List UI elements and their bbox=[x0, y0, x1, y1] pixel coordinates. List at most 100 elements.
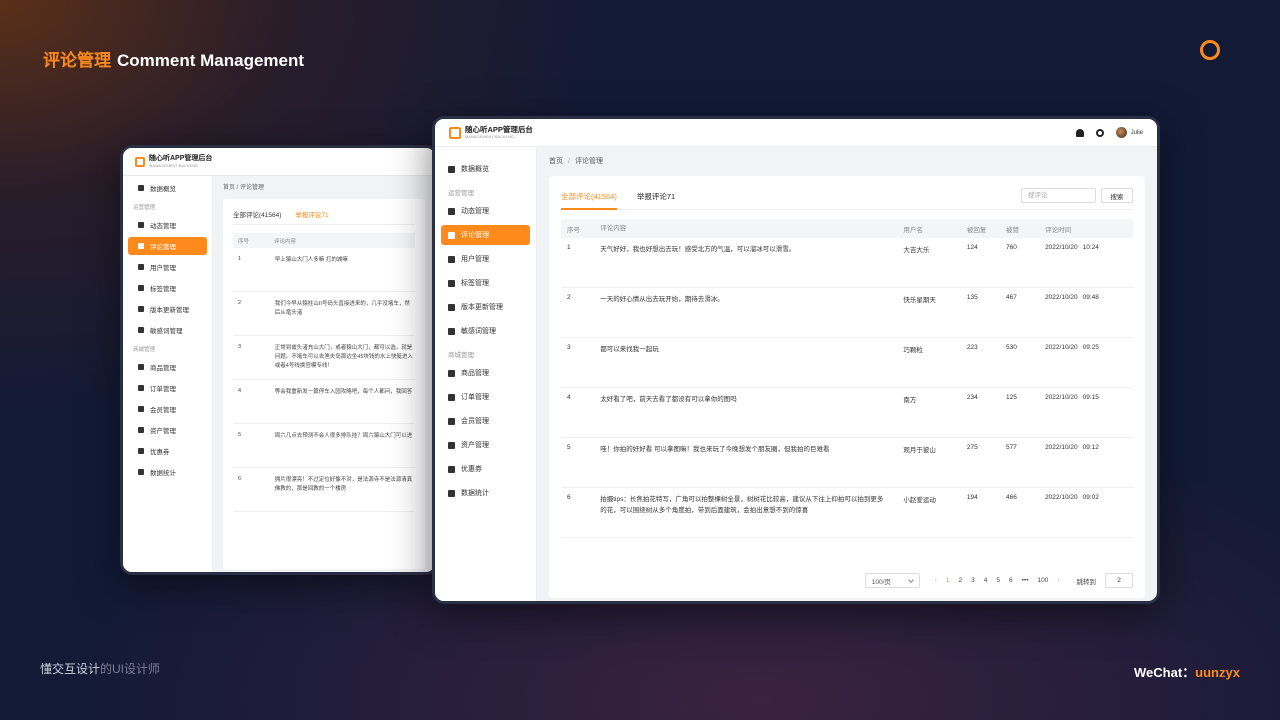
sidebar-item[interactable]: 优惠券 bbox=[441, 459, 530, 479]
sidebar-item[interactable]: 优惠券 bbox=[128, 442, 207, 460]
table-row[interactable]: 3 都可以来找我一起玩 巧颗粒 223 530 2022/10/20 09:25 bbox=[561, 338, 1133, 388]
table-row[interactable]: 2 一天的好心情从出去玩开始，期待去滑冰。 快乐星期天 135 467 2022/10/2… bbox=[561, 288, 1133, 338]
footer-wechat: WeChat：uunzyx bbox=[1134, 662, 1240, 681]
sidebar-item[interactable]: 会员管理 bbox=[128, 400, 207, 418]
breadcrumb-home[interactable]: 首页 bbox=[549, 158, 563, 165]
cell-replies: 124 bbox=[966, 244, 978, 251]
sidebar-item[interactable]: 敏感词管理 bbox=[441, 321, 530, 341]
sidebar-item[interactable]: 数据统计 bbox=[441, 483, 530, 503]
sidebar-item[interactable]: 用户管理 bbox=[128, 258, 207, 276]
table-row[interactable]: 3 正常到鼋头渚充山大门，或者猿山大门，都可以选，就是问题。不堵车可以去渔夫岛那边… bbox=[233, 336, 415, 380]
sidebar-item[interactable]: 资产管理 bbox=[441, 435, 530, 455]
cell-replies: 194 bbox=[966, 494, 978, 501]
sidebar-item[interactable]: 版本更新管理 bbox=[441, 297, 530, 317]
prev-page-button[interactable]: ‹ bbox=[935, 577, 937, 584]
bell-icon[interactable] bbox=[1075, 128, 1084, 137]
cell-likes: 466 bbox=[1005, 494, 1017, 501]
page-number[interactable]: 3 bbox=[971, 577, 975, 584]
table-row[interactable]: 4 太好看了吧，前天去看了都没有可以拿你的图吗 南方 234 125 2022/10/20… bbox=[561, 388, 1133, 438]
next-page-button[interactable]: › bbox=[1057, 577, 1059, 584]
page-number[interactable]: 2 bbox=[959, 577, 963, 584]
slide-title-zh: 评论管理 bbox=[43, 51, 111, 70]
sidebar-item-label: 动态管理 bbox=[150, 223, 176, 230]
sidebar-group-label: 商城管理 bbox=[448, 352, 474, 359]
table-body: 1 天气好好，我也好想出去玩！感受北方的气温，可以溜冰可以滑雪。 大吉大乐 124 76… bbox=[561, 238, 1133, 538]
sidebar-item[interactable]: 标签管理 bbox=[441, 273, 530, 293]
cell-user: 巧颗粒 bbox=[903, 347, 923, 354]
goods-icon bbox=[448, 369, 455, 377]
cell-no: 4 bbox=[238, 388, 242, 394]
table-row[interactable]: 6 拥片很漂亮！不过定位好像不对，是法源寺不是法源清真佛教的，那是回教的一个楼房 bbox=[233, 468, 415, 512]
back-th-content: 评论内容 bbox=[274, 238, 297, 245]
sidebar-item-label: 用户管理 bbox=[150, 265, 176, 272]
user-icon bbox=[138, 264, 144, 270]
sidebar-item[interactable]: 商品管理 bbox=[128, 358, 207, 376]
cell-date: 2022/10/20 bbox=[1045, 444, 1078, 451]
sidebar-item[interactable]: 评论管理 bbox=[441, 225, 530, 245]
cell-no: 1 bbox=[567, 244, 571, 251]
breadcrumb: 首页 / 评论管理 bbox=[549, 156, 1145, 166]
sidebar-item[interactable]: 资产管理 bbox=[128, 421, 207, 439]
sidebar-item[interactable]: 会员管理 bbox=[441, 411, 530, 431]
sidebar-item[interactable]: 动态管理 bbox=[441, 201, 530, 221]
table-row[interactable]: 4 等会我重新发一篇停车入园攻略吧，每个人都问，我回答 bbox=[233, 380, 415, 424]
th-likes: 被赞 bbox=[1005, 226, 1019, 234]
cell-time: 2022/10/20 09:02 bbox=[1045, 494, 1133, 537]
sidebar-item[interactable]: 用户管理 bbox=[441, 249, 530, 269]
sidebar-item[interactable]: 订单管理 bbox=[441, 387, 530, 407]
tag-icon bbox=[448, 279, 455, 287]
cell-user: 大吉大乐 bbox=[903, 247, 930, 254]
table-row[interactable]: 5 周六几点去预测不会人很多排队挂？周六猿山大门可以进 bbox=[233, 424, 415, 468]
back-main: 首页 / 评论管理 全部评论(41564) 举报评论71 序号 评论内容 1 早上… bbox=[213, 176, 435, 572]
breadcrumb-home[interactable]: 首页 bbox=[223, 185, 235, 191]
user-menu[interactable]: Julie bbox=[1115, 127, 1143, 138]
page-number[interactable]: 6 bbox=[1009, 577, 1013, 584]
sidebar-item[interactable]: 版本更新管理 bbox=[128, 300, 207, 318]
search-bar: 搜索 bbox=[1021, 188, 1133, 203]
tab-reported-comments[interactable]: 举报评论71 bbox=[637, 188, 675, 210]
back-tab-all[interactable]: 全部评论(41564) bbox=[233, 209, 281, 219]
comments-table: 序号 评论内容 用户名 被回复 被赞 评论时间 1 天气好好，我也好想出去玩！感受… bbox=[561, 219, 1133, 538]
sidebar-group-label: 运营管理 bbox=[448, 190, 474, 197]
footer-wechat-label: WeChat： bbox=[1134, 665, 1196, 680]
page-number[interactable]: 4 bbox=[984, 577, 988, 584]
page-number[interactable]: 1 bbox=[946, 577, 950, 584]
cell-date: 2022/10/20 bbox=[1045, 394, 1078, 401]
sidebar-item[interactable]: 数据概览 bbox=[441, 159, 530, 179]
sidebar-item-label: 标签管理 bbox=[461, 280, 489, 287]
table-row[interactable]: 2 我们今早从猿柱山II号码头直接进来的，几乎没堵车，然后从竜头渚 bbox=[233, 292, 415, 336]
sidebar-item[interactable]: 动态管理 bbox=[128, 216, 207, 234]
main-content: 首页 / 评论管理 全部评论(41564) 举报评论71 搜索 序号 评论内容 用户… bbox=[537, 147, 1157, 601]
sidebar-item[interactable]: 数据概览 bbox=[128, 179, 207, 197]
table-row[interactable]: 5 哇！你拍的好好看 可以拿图嘛！我也来玩了今晚想发个朋友圈，但我拍的巨难看 观月于… bbox=[561, 438, 1133, 488]
cell-content: 都可以来找我一起玩 bbox=[600, 346, 659, 353]
sidebar-item[interactable]: 标签管理 bbox=[128, 279, 207, 297]
page-number[interactable]: 100 bbox=[1037, 577, 1048, 584]
avatar[interactable] bbox=[1115, 127, 1127, 138]
search-input[interactable] bbox=[1021, 188, 1096, 203]
page-number[interactable]: 5 bbox=[996, 577, 1000, 584]
sidebar-item[interactable]: 数据统计 bbox=[128, 463, 207, 481]
sidebar-item[interactable]: 商品管理 bbox=[441, 363, 530, 383]
cell-date: 2022/10/20 bbox=[1045, 244, 1078, 251]
cell-time: 2022/10/20 10:24 bbox=[1045, 244, 1133, 287]
card-header: 全部评论(41564) 举报评论71 搜索 bbox=[561, 188, 1133, 210]
gear-icon[interactable] bbox=[1095, 128, 1104, 137]
back-tab-reported[interactable]: 举报评论71 bbox=[295, 209, 328, 219]
breadcrumb-sep: / bbox=[568, 158, 570, 165]
jump-page-input[interactable] bbox=[1105, 573, 1133, 588]
front-screen: 随心听APP管理后台 MANAGEMENT BACKEND Julie 数据概览… bbox=[435, 119, 1157, 601]
table-row[interactable]: 1 天气好好，我也好想出去玩！感受北方的气温，可以溜冰可以滑雪。 大吉大乐 124 76… bbox=[561, 238, 1133, 288]
table-row[interactable]: 1 早上猿山大门人多嘛 打的城嘛 bbox=[233, 248, 415, 292]
sidebar-item[interactable]: 评论管理 bbox=[128, 237, 207, 255]
page-number[interactable]: ••• bbox=[1022, 577, 1029, 584]
sidebar-item[interactable]: 敏感词管理 bbox=[128, 321, 207, 339]
tab-all-comments[interactable]: 全部评论(41564) bbox=[561, 188, 617, 210]
sidebar-item[interactable]: 订单管理 bbox=[128, 379, 207, 397]
page-size-select[interactable]: 100/页 bbox=[864, 573, 920, 588]
footer-wechat-handle: uunzyx bbox=[1195, 665, 1240, 680]
search-button[interactable]: 搜索 bbox=[1101, 188, 1133, 203]
cell-date: 2022/10/20 bbox=[1045, 294, 1078, 301]
cell-likes: 125 bbox=[1005, 394, 1017, 401]
table-row[interactable]: 6 拍摄tips：长焦拍花特写，广角可以拍整棵树全景，树树花比较高，建议从下往上仰… bbox=[561, 488, 1133, 538]
